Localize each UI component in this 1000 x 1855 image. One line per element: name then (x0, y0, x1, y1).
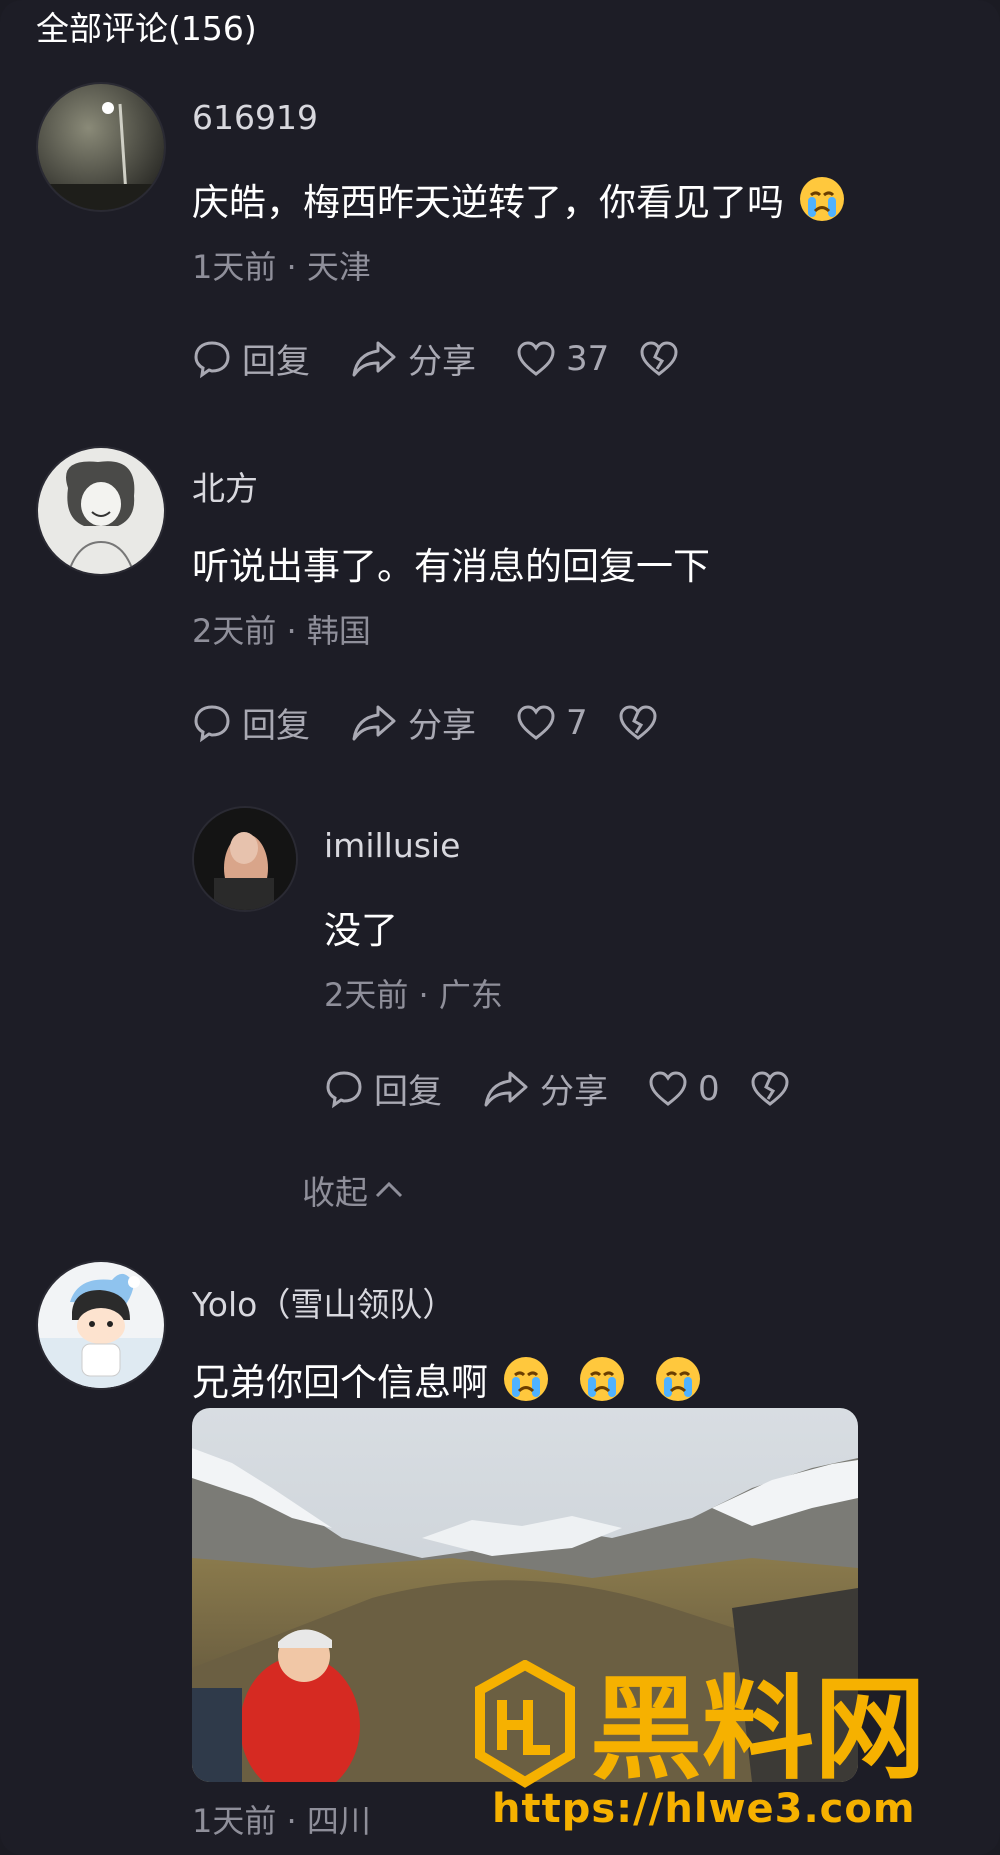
avatar[interactable] (36, 446, 166, 576)
share-label: 分享 (540, 1072, 608, 1112)
reply-button[interactable]: 回复 (324, 1064, 442, 1113)
reply-label: 回复 (242, 706, 310, 746)
comment-actions: 回复 分享 7 (192, 698, 658, 747)
reply-label: 回复 (242, 342, 310, 382)
reply-button[interactable]: 回复 (192, 698, 310, 747)
share-arrow-icon (352, 341, 396, 376)
username[interactable]: 616919 (192, 98, 318, 137)
comment-text-content: 兄弟你回个信息啊 (192, 1361, 488, 1404)
dislike-button[interactable] (750, 1069, 790, 1109)
broken-heart-icon (619, 704, 657, 740)
reply-button[interactable]: 回复 (192, 334, 310, 383)
comment-text: 没了 (324, 909, 398, 952)
watermark-url: https://hlwe3.com (492, 1786, 916, 1832)
like-count: 0 (698, 1068, 720, 1109)
comment-meta: 1天前 · 天津 (192, 248, 371, 286)
share-label: 分享 (408, 342, 476, 382)
comment-text: 兄弟你回个信息啊 (192, 1352, 702, 1406)
crying-face-emoji-icon (654, 1355, 702, 1403)
comments-count-title: 全部评论(156) (36, 9, 257, 48)
like-button[interactable]: 7 (516, 703, 588, 743)
like-count: 37 (566, 338, 610, 379)
speech-bubble-icon (194, 340, 230, 378)
comment-meta: 2天前 · 广东 (324, 976, 503, 1014)
comment-text: 听说出事了。有消息的回复一下 (192, 545, 710, 588)
comment-text: 庆皓，梅西昨天逆转了，你看见了吗 (192, 172, 846, 226)
watermark-logo: 黑料网 (475, 1660, 926, 1790)
comment-actions: 回复 分享 0 (324, 1064, 790, 1113)
dislike-button[interactable] (618, 703, 658, 743)
share-button[interactable]: 分享 (350, 698, 476, 747)
crying-face-emoji-icon (578, 1355, 626, 1403)
speech-bubble-icon (194, 704, 230, 742)
comments-panel: 全部评论(156) 616919 庆皓，梅西昨天逆转了，你看见了吗 1天前 · … (0, 0, 1000, 1855)
comment-meta: 2天前 · 韩国 (192, 612, 371, 650)
reply-label: 回复 (374, 1072, 442, 1112)
share-label: 分享 (408, 706, 476, 746)
chevron-up-icon (375, 1181, 403, 1198)
collapse-label: 收起 (302, 1173, 368, 1212)
comment-text-content: 庆皓，梅西昨天逆转了，你看见了吗 (192, 181, 784, 224)
broken-heart-icon (640, 340, 678, 376)
share-button[interactable]: 分享 (482, 1064, 608, 1113)
like-button[interactable]: 37 (516, 339, 609, 379)
heart-icon (649, 1070, 687, 1106)
like-button[interactable]: 0 (648, 1069, 720, 1109)
dislike-button[interactable] (639, 339, 679, 379)
share-arrow-icon (484, 1071, 528, 1106)
username[interactable]: 北方 (192, 462, 258, 510)
avatar[interactable] (36, 1260, 166, 1390)
watermark-logo-text: 黑料网 (590, 1665, 926, 1790)
share-button[interactable]: 分享 (350, 334, 476, 383)
avatar[interactable] (192, 806, 298, 912)
crying-face-emoji-icon (502, 1355, 550, 1403)
comment-meta: 1天前 · 四川 (192, 1802, 371, 1840)
heart-icon (517, 704, 555, 740)
avatar[interactable] (36, 82, 166, 212)
comment-actions: 回复 分享 37 (192, 334, 679, 383)
broken-heart-icon (751, 1070, 789, 1106)
username[interactable]: imillusie (324, 826, 460, 865)
speech-bubble-icon (326, 1070, 362, 1108)
share-arrow-icon (352, 705, 396, 740)
crying-face-emoji-icon (798, 175, 846, 223)
like-count: 7 (566, 702, 588, 743)
collapse-replies-button[interactable]: 收起 (302, 1166, 404, 1214)
heart-icon (517, 340, 555, 376)
username[interactable]: Yolo（雪山领队） (192, 1278, 455, 1326)
